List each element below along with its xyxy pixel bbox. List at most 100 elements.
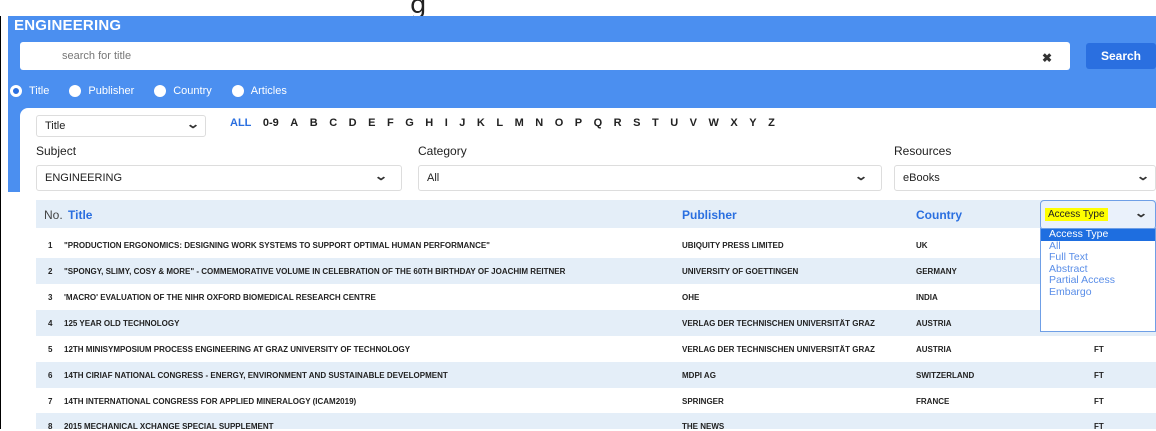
access-type-options: Access Type All Full Text Abstract Parti… [1040, 228, 1156, 332]
resources-value: eBooks [903, 172, 940, 184]
row-title[interactable]: 125 YEAR OLD TECHNOLOGY [64, 319, 179, 328]
table-row[interactable]: 4 125 YEAR OLD TECHNOLOGY VERLAG DER TEC… [36, 310, 1156, 336]
row-title[interactable]: 14TH CIRIAF NATIONAL CONGRESS - ENERGY, … [64, 371, 448, 380]
alpha-m[interactable]: M [515, 117, 524, 129]
alpha-all[interactable]: ALL [230, 117, 251, 129]
row-title[interactable]: 14TH INTERNATIONAL CONGRESS FOR APPLIED … [64, 397, 356, 406]
row-publisher: THE NEWS [682, 422, 725, 431]
alpha-i[interactable]: I [445, 117, 448, 129]
category-value: All [427, 172, 440, 184]
radio-title[interactable]: Title [10, 85, 49, 97]
alpha-z[interactable]: Z [768, 117, 775, 129]
alpha-u[interactable]: U [670, 117, 678, 129]
alpha-p[interactable]: P [575, 117, 582, 129]
alpha-x[interactable]: X [730, 117, 737, 129]
alpha-y[interactable]: Y [749, 117, 756, 129]
row-country: AUSTRIA [916, 319, 952, 328]
header-country[interactable]: Country [916, 208, 962, 222]
row-country: SWITZERLAND [916, 371, 975, 380]
header-publisher[interactable]: Publisher [682, 208, 737, 222]
radio-icon[interactable] [231, 85, 244, 97]
chevron-down-icon[interactable]: ⌄ [374, 169, 388, 183]
alpha-n[interactable]: N [535, 117, 543, 129]
row-title[interactable]: 'MACRO' EVALUATION OF THE NIHR OXFORD BI… [64, 293, 376, 302]
alpha-e[interactable]: E [368, 117, 375, 129]
alpha-l[interactable]: L [496, 117, 503, 129]
table-row[interactable]: 5 12TH MINISYMPOSIUM PROCESS ENGINEERING… [36, 336, 1156, 362]
radio-articles[interactable]: Articles [231, 85, 287, 97]
row-publisher: OHE [682, 293, 700, 302]
table-row[interactable]: 6 14TH CIRIAF NATIONAL CONGRESS - ENERGY… [36, 362, 1156, 388]
radio-selected-icon[interactable] [10, 85, 22, 97]
alpha-s[interactable]: S [633, 117, 640, 129]
table-row[interactable]: 8 2015 MECHANICAL XCHANGE SPECIAL SUPPLE… [36, 413, 1156, 431]
table-row[interactable]: 7 14TH INTERNATIONAL CONGRESS FOR APPLIE… [36, 388, 1156, 414]
alpha-v[interactable]: V [690, 117, 697, 129]
alpha-h[interactable]: H [425, 117, 433, 129]
option-access-type[interactable]: Access Type [1041, 228, 1155, 241]
chevron-down-icon[interactable]: ⌄ [1136, 169, 1150, 183]
sort-select-value: Title [45, 120, 66, 132]
row-no: 4 [48, 319, 53, 328]
alpha-j[interactable]: J [459, 117, 465, 129]
alpha-w[interactable]: W [709, 117, 719, 129]
category-select[interactable]: All [418, 165, 882, 191]
clear-icon[interactable]: ✖ [1042, 51, 1052, 65]
alpha-g[interactable]: G [405, 117, 414, 129]
radio-label: Title [29, 85, 50, 97]
page-border [0, 0, 1, 429]
alpha-a[interactable]: A [290, 117, 298, 129]
row-no: 8 [48, 422, 53, 431]
option-full-text[interactable]: Full Text [1041, 251, 1155, 264]
header-title[interactable]: Title [68, 208, 92, 222]
radio-label: Country [173, 85, 212, 97]
header-no: No. [44, 208, 63, 222]
row-publisher: SPRINGER [682, 397, 724, 406]
alpha-d[interactable]: D [349, 117, 357, 129]
row-title[interactable]: "SPONGY, SLIMY, COSY & MORE" - COMMEMORA… [64, 267, 565, 276]
option-embargo[interactable]: Embargo [1041, 286, 1155, 299]
resources-select[interactable]: eBooks [894, 165, 1156, 191]
subject-select[interactable]: ENGINEERING [36, 165, 402, 191]
row-no: 5 [48, 345, 53, 354]
chevron-down-icon[interactable]: ⌄ [854, 169, 868, 183]
table-row[interactable]: 1 "PRODUCTION ERGONOMICS: DESIGNING WORK… [36, 232, 1156, 258]
row-title[interactable]: 2015 MECHANICAL XCHANGE SPECIAL SUPPLEME… [64, 422, 274, 431]
radio-label: Articles [250, 85, 287, 97]
radio-icon[interactable] [154, 85, 167, 97]
row-no: 6 [48, 371, 53, 380]
alpha-b[interactable]: B [310, 117, 318, 129]
option-partial-access[interactable]: Partial Access [1041, 274, 1155, 287]
table-row[interactable]: 3 'MACRO' EVALUATION OF THE NIHR OXFORD … [36, 284, 1156, 310]
search-input[interactable] [20, 42, 1070, 70]
chevron-down-icon[interactable]: ⌄ [1134, 206, 1148, 220]
row-publisher: UBIQUITY PRESS LIMITED [682, 241, 784, 250]
row-country: GERMANY [916, 267, 957, 276]
alpha-r[interactable]: R [614, 117, 622, 129]
row-access: FT [1094, 345, 1104, 354]
subject-value: ENGINEERING [45, 172, 123, 184]
alpha-k[interactable]: K [477, 117, 485, 129]
alpha-f[interactable]: F [387, 117, 394, 129]
table-row[interactable]: 2 "SPONGY, SLIMY, COSY & MORE" - COMMEMO… [36, 258, 1156, 284]
resources-label: Resources [894, 144, 952, 158]
alpha-t[interactable]: T [652, 117, 659, 129]
section-title: ENGINEERING [14, 17, 122, 34]
alpha-0-9[interactable]: 0-9 [263, 117, 279, 129]
radio-label: Publisher [88, 85, 135, 97]
row-country: INDIA [916, 293, 938, 302]
alpha-c[interactable]: C [329, 117, 337, 129]
chevron-down-icon[interactable]: ⌄ [186, 117, 200, 131]
radio-publisher[interactable]: Publisher [69, 85, 134, 97]
row-title[interactable]: "PRODUCTION ERGONOMICS: DESIGNING WORK S… [64, 241, 490, 250]
radio-icon[interactable] [69, 85, 82, 97]
radio-country[interactable]: Country [154, 85, 212, 97]
search-button[interactable]: Search [1086, 43, 1156, 69]
alpha-q[interactable]: Q [594, 117, 603, 129]
category-label: Category [418, 144, 467, 158]
alpha-o[interactable]: O [555, 117, 564, 129]
row-publisher: VERLAG DER TECHNISCHEN UNIVERSITÄT GRAZ [682, 319, 875, 328]
sort-select[interactable]: Title [36, 115, 206, 137]
row-title[interactable]: 12TH MINISYMPOSIUM PROCESS ENGINEERING A… [64, 345, 410, 354]
row-no: 2 [48, 267, 53, 276]
